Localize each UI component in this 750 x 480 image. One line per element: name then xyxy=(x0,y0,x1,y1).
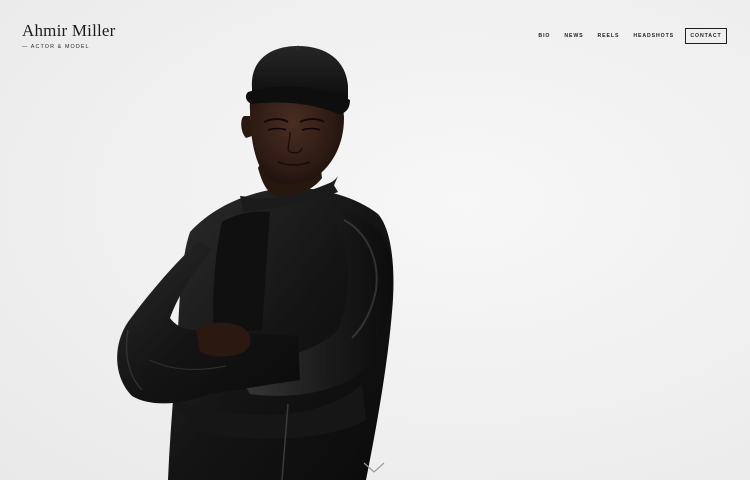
hero-portrait-image xyxy=(117,45,394,480)
site-tagline: — ACTOR & MODEL xyxy=(22,44,90,50)
hero-section: Ahmir Miller — ACTOR & MODEL BIO NEWS RE… xyxy=(0,0,750,480)
site-name: Ahmir Miller xyxy=(22,21,116,40)
nav-link-headshots[interactable]: HEADSHOTS xyxy=(633,27,674,45)
site-logo[interactable]: Ahmir Miller — ACTOR & MODEL xyxy=(22,21,116,51)
nav-link-bio[interactable]: BIO xyxy=(538,27,550,45)
nav-link-reels[interactable]: REELS xyxy=(598,27,620,45)
main-nav: BIO NEWS REELS HEADSHOTS CONTACT xyxy=(538,27,727,45)
nav-link-news[interactable]: NEWS xyxy=(564,27,583,45)
contact-button[interactable]: CONTACT xyxy=(685,28,727,44)
chevron-down-icon[interactable] xyxy=(363,462,385,474)
